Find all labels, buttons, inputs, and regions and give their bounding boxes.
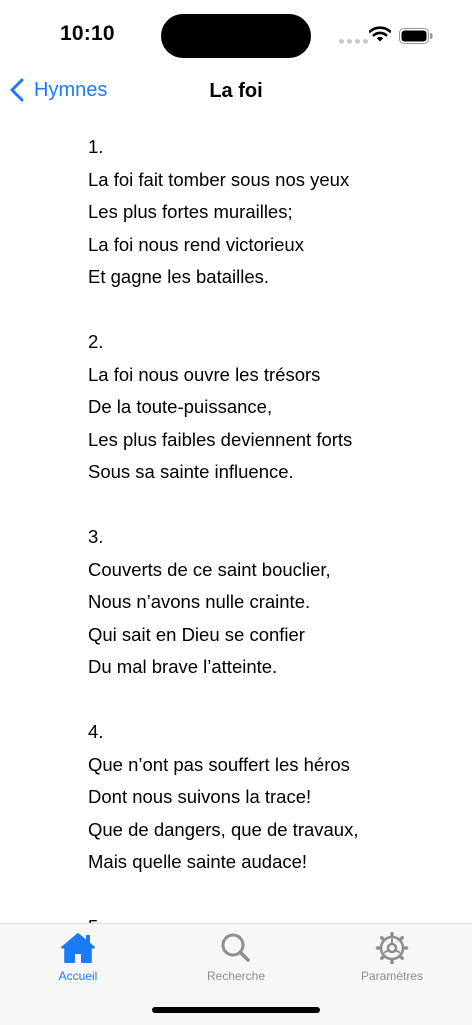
stanza-2: 2. La foi nous ouvre les trésors De la t…	[88, 326, 448, 489]
verse-line: La foi fait tomber sous nos yeux	[88, 168, 350, 190]
stanza-number: 1.	[88, 136, 104, 157]
tab-label: Accueil	[58, 969, 98, 983]
gear-icon	[375, 932, 409, 964]
wifi-icon	[369, 26, 391, 42]
hymn-content[interactable]: 1. La foi fait tomber sous nos yeux Les …	[88, 131, 448, 923]
battery-icon	[399, 28, 433, 44]
stanza-number: 2.	[88, 331, 104, 352]
stanza-number: 3.	[88, 526, 104, 547]
dynamic-island	[161, 14, 311, 58]
verse-line: Mais quelle sainte audace!	[88, 851, 308, 872]
stanza-number: 4.	[88, 721, 104, 742]
verse-line: Que n’ont pas souffert les héros	[88, 753, 350, 775]
verse-line: De la toute-puissance,	[88, 396, 273, 417]
tab-label: Paramètres	[360, 969, 424, 983]
stanza-number: 5.	[88, 911, 448, 923]
stanza-3: 3. Couverts de ce saint bouclier, Nous n…	[88, 521, 448, 684]
verse-line: Nous n’avons nulle crainte.	[88, 591, 311, 612]
status-time: 10:10	[60, 22, 115, 45]
verse-line: Et gagne les batailles.	[88, 266, 270, 287]
tab-recherche[interactable]: Recherche	[166, 932, 306, 983]
verse-line: Dont nous suivons la trace!	[88, 786, 312, 807]
verse-line: Sous sa sainte influence.	[88, 461, 294, 482]
magnifier-icon	[221, 933, 250, 962]
tab-label: Recherche	[206, 969, 266, 983]
verse-line: La foi nous ouvre les trésors	[88, 363, 321, 385]
verse-line: Couverts de ce saint bouclier,	[88, 558, 331, 580]
verse-line: Les plus fortes murailles;	[88, 201, 293, 222]
tab-accueil[interactable]: Accueil	[8, 932, 148, 983]
verse-line: Qui sait en Dieu se confier	[88, 623, 305, 645]
home-indicator[interactable]	[152, 1007, 320, 1013]
verse-line: Que de dangers, que de travaux,	[88, 818, 359, 840]
verse-line: Du mal brave l’atteinte.	[88, 656, 278, 677]
tab-parametres[interactable]: Paramètres	[322, 932, 462, 983]
navigation-bar: Hymnes La foi	[0, 70, 472, 114]
stanza-5: 5.	[88, 911, 448, 923]
status-bar: 10:10	[0, 0, 472, 70]
stanza-1: 1. La foi fait tomber sous nos yeux Les …	[88, 131, 448, 294]
verse-line: Les plus faibles deviennent forts	[88, 428, 353, 450]
stanza-4: 4. Que n’ont pas souffert les héros Dont…	[88, 716, 448, 879]
house-icon	[61, 933, 95, 963]
verse-line: La foi nous rend victorieux	[88, 233, 304, 255]
page-title: La foi	[209, 80, 263, 102]
cellular-signal-icon	[339, 39, 368, 44]
